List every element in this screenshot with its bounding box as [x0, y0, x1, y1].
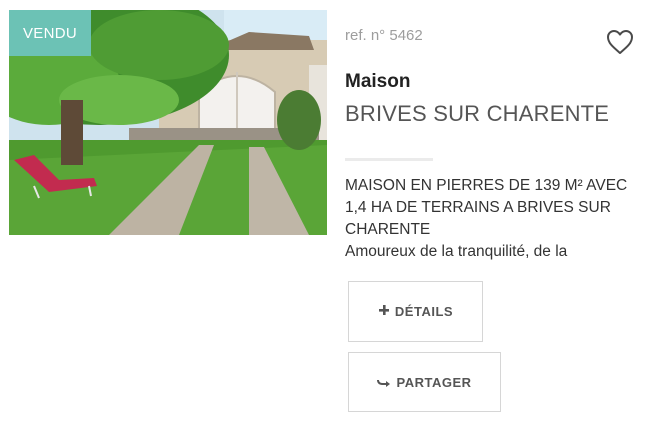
description-text: Amoureux de la tranquilité, de la — [345, 243, 568, 260]
share-button[interactable]: PARTAGER — [348, 352, 501, 412]
property-description: MAISON EN PIERRES DE 139 M² AVEC 1,4 HA … — [345, 175, 645, 268]
property-type: Maison — [345, 71, 411, 92]
property-city: BRIVES SUR CHARENTE — [345, 101, 610, 126]
reference-number: ref. n° 5462 — [345, 27, 423, 44]
sold-badge: VENDU — [9, 10, 91, 56]
description-headline: MAISON EN PIERRES DE 139 M² AVEC 1,4 HA … — [345, 177, 628, 238]
details-button[interactable]: DÉTAILS — [348, 281, 483, 342]
share-button-label: PARTAGER — [396, 374, 472, 390]
heart-icon[interactable] — [605, 28, 635, 56]
divider — [345, 158, 433, 161]
plus-icon — [378, 303, 390, 320]
arrow-right-icon — [377, 374, 391, 391]
details-button-label: DÉTAILS — [394, 304, 454, 319]
